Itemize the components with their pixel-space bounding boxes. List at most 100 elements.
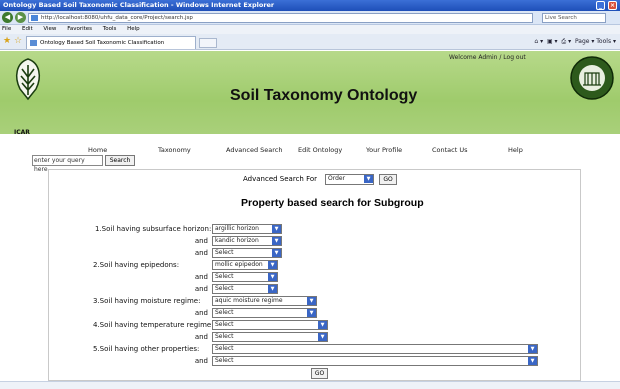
page-tools-menu[interactable]: Page ▾ Tools ▾ [575,38,616,45]
chevron-down-icon: ▼ [268,261,277,269]
tab-bar: ★ ☆ Ontology Based Soil Taxonomic Classi… [0,34,620,50]
and-label: and [194,285,208,293]
chevron-down-icon: ▼ [307,309,316,317]
advanced-search-select[interactable]: Order ▼ [325,174,374,185]
q3-label: 3.Soil having moisture regime: [93,297,201,305]
advanced-search-label: Advanced Search For [243,175,318,183]
and-label: and [194,237,208,245]
q4-label: 4.Soil having temperature regime: [93,321,214,329]
chevron-down-icon: ▼ [307,297,316,305]
institute-seal-icon [570,56,614,100]
live-search-placeholder: Live Search [545,15,577,21]
q2-select-2-value: Select [215,273,234,280]
feeds-icon[interactable]: ▣ ▾ [547,38,558,45]
q5-label: 5.Soil having other properties: [93,345,200,353]
search-button[interactable]: Search [105,155,135,166]
chevron-down-icon: ▼ [318,321,327,329]
close-button[interactable]: × [608,1,617,10]
site-header: ICAR Welcome Admin / Log out Soil Taxono… [0,51,620,136]
menu-favorites[interactable]: Favorites [67,26,92,32]
q5-select-2[interactable]: Select ▼ [212,356,538,366]
nav-taxonomy[interactable]: Taxonomy [158,146,191,154]
nav-your-profile[interactable]: Your Profile [366,146,402,154]
query-input[interactable]: enter your query here... [32,155,103,173]
window-title: Ontology Based Soil Taxonomic Classifica… [3,1,275,9]
q5-select-1[interactable]: Select ▼ [212,344,538,354]
forward-button[interactable]: ▶ [15,12,26,23]
command-bar[interactable]: ⌂ ▾ ▣ ▾ ⎙ ▾ Page ▾ Tools ▾ [534,37,616,47]
new-tab-button[interactable] [199,38,217,48]
and-label: and [194,249,208,257]
minimize-button[interactable]: _ [596,1,605,10]
add-favorite-icon[interactable]: ☆ [14,36,22,46]
q5-select-2-value: Select [215,357,234,364]
nav-help[interactable]: Help [508,146,523,154]
q2-label: 2.Soil having epipedons: [93,261,180,269]
and-label: and [194,309,208,317]
and-label: and [194,357,208,365]
chevron-down-icon: ▼ [268,273,277,281]
form-heading: Property based search for Subgroup [241,197,424,209]
favorites-star-icon[interactable]: ★ [3,36,11,46]
q2-select-1-value: mollic epipedon [215,261,263,268]
wheat-logo-icon [15,58,41,101]
address-field[interactable]: http://localhost:8080/uhfu_data_core/Pro… [28,13,533,23]
window-titlebar: Ontology Based Soil Taxonomic Classifica… [0,0,620,11]
address-text: http://localhost:8080/uhfu_data_core/Pro… [41,15,193,21]
q1-select-2-value: kandic horizon [215,237,259,244]
q1-label: 1.Soil having subsurface horizon: [95,225,212,233]
menu-tools[interactable]: Tools [103,26,117,32]
form-go-button[interactable]: GO [311,368,328,379]
q4-select-1[interactable]: Select ▼ [212,320,328,330]
q3-select-1[interactable]: aquic moisture regime ▼ [212,296,317,306]
nav-edit-ontology[interactable]: Edit Ontology [298,146,342,154]
menu-file[interactable]: File [2,26,11,32]
q2-select-3[interactable]: Select ▼ [212,284,278,294]
chevron-down-icon: ▼ [528,357,537,365]
and-label: and [194,273,208,281]
site-title: Soil Taxonomy Ontology [230,87,418,104]
live-search-input[interactable]: Live Search [542,13,606,23]
chevron-down-icon: ▼ [272,225,281,233]
nav-advanced-search[interactable]: Advanced Search [226,146,283,154]
q3-select-1-value: aquic moisture regime [215,297,283,304]
q1-select-1[interactable]: argillic horizon ▼ [212,224,282,234]
page-icon [31,15,38,21]
menu-bar: File Edit View Favorites Tools Help [0,25,620,34]
print-icon[interactable]: ⎙ ▾ [561,38,571,45]
q4-select-1-value: Select [215,321,234,328]
q1-select-1-value: argillic horizon [215,225,259,232]
q2-select-3-value: Select [215,285,234,292]
chevron-down-icon: ▼ [364,175,373,183]
menu-help[interactable]: Help [127,26,140,32]
browser-tab[interactable]: Ontology Based Soil Taxonomic Classifica… [26,36,196,49]
menu-view[interactable]: View [43,26,56,32]
chevron-down-icon: ▼ [268,285,277,293]
chevron-down-icon: ▼ [528,345,537,353]
tab-page-icon [30,40,37,46]
chevron-down-icon: ▼ [272,249,281,257]
back-button[interactable]: ◀ [2,12,13,23]
q3-select-2-value: Select [215,309,234,316]
status-bar [0,381,620,389]
nav-home[interactable]: Home [88,146,107,154]
tab-title: Ontology Based Soil Taxonomic Classifica… [40,40,165,46]
and-label: and [194,333,208,341]
nav-contact-us[interactable]: Contact Us [432,146,468,154]
address-toolbar: ◀ ▶ http://localhost:8080/uhfu_data_core… [0,11,620,25]
q4-select-2[interactable]: Select ▼ [212,332,328,342]
chevron-down-icon: ▼ [318,333,327,341]
menu-edit[interactable]: Edit [22,26,33,32]
home-icon[interactable]: ⌂ ▾ [534,38,543,45]
advanced-go-button[interactable]: GO [379,174,397,185]
q1-select-2[interactable]: kandic horizon ▼ [212,236,282,246]
q1-select-3-value: Select [215,249,234,256]
chevron-down-icon: ▼ [272,237,281,245]
welcome-text[interactable]: Welcome Admin / Log out [449,54,526,61]
q2-select-2[interactable]: Select ▼ [212,272,278,282]
q1-select-3[interactable]: Select ▼ [212,248,282,258]
icar-text: ICAR [14,129,30,136]
q3-select-2[interactable]: Select ▼ [212,308,317,318]
q2-select-1[interactable]: mollic epipedon ▼ [212,260,278,270]
advanced-search-value: Order [328,175,346,182]
